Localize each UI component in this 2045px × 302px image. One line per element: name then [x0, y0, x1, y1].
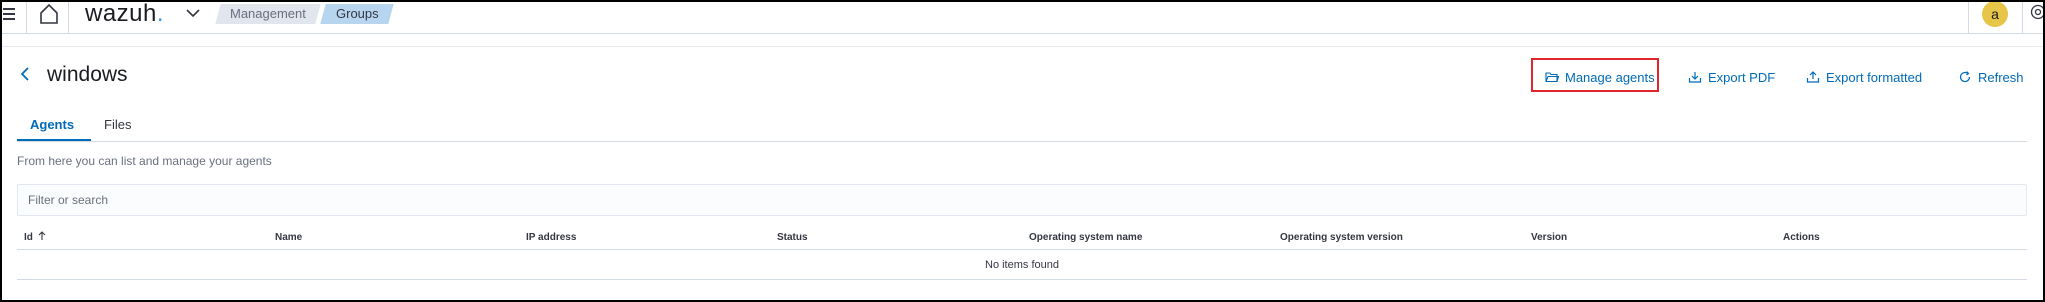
divider	[1968, 0, 1969, 34]
top-header: wazuh. Management Groups a	[0, 0, 2045, 34]
header-strip	[0, 35, 2045, 47]
page-description: From here you can list and manage your a…	[17, 154, 272, 168]
back-arrow-icon[interactable]	[18, 65, 32, 83]
home-icon[interactable]	[38, 2, 60, 26]
menu-icon[interactable]	[3, 4, 19, 24]
divider	[68, 0, 69, 34]
breadcrumb-management[interactable]: Management	[215, 4, 321, 24]
tab-active-indicator	[17, 139, 91, 141]
column-header-status[interactable]: Status	[777, 231, 808, 245]
export-formatted-button[interactable]: Export formatted	[1806, 68, 1922, 86]
refresh-icon	[1959, 71, 1971, 83]
refresh-button[interactable]: Refresh	[1958, 68, 2024, 86]
column-header-os-version[interactable]: Operating system version	[1280, 231, 1403, 245]
column-header-id[interactable]: Id	[24, 231, 47, 245]
tab-agents[interactable]: Agents	[30, 116, 74, 134]
refresh-label: Refresh	[1978, 69, 2024, 85]
sort-ascending-icon	[38, 231, 46, 240]
export-pdf-button[interactable]: Export PDF	[1688, 68, 1775, 86]
export-formatted-label: Export formatted	[1826, 69, 1923, 85]
table-header: Id Name IP address Status Operating syst…	[17, 226, 2027, 250]
column-header-actions: Actions	[1783, 232, 1820, 243]
help-icon[interactable]	[2030, 4, 2045, 20]
manage-agents-button[interactable]: Manage agents	[1545, 68, 1655, 86]
upload-icon	[1806, 71, 1820, 83]
divider	[26, 0, 27, 34]
user-avatar[interactable]: a	[1982, 1, 2008, 27]
empty-table-message: No items found	[17, 251, 2027, 280]
search-input[interactable]	[17, 184, 2027, 216]
breadcrumb-groups: Groups	[320, 4, 394, 24]
download-icon	[1688, 72, 1702, 83]
tab-files[interactable]: Files	[104, 116, 131, 134]
export-pdf-label: Export PDF	[1708, 69, 1776, 85]
column-header-ip-address[interactable]: IP address	[526, 231, 576, 245]
wazuh-logo[interactable]: wazuh.	[85, 0, 164, 28]
column-header-version[interactable]: Version	[1531, 231, 1567, 245]
tabs: Agents Files	[17, 110, 2027, 142]
column-header-os-name[interactable]: Operating system name	[1029, 231, 1142, 245]
manage-agents-label: Manage agents	[1565, 69, 1655, 85]
chevron-down-icon[interactable]	[184, 6, 202, 20]
column-header-name[interactable]: Name	[275, 231, 302, 245]
divider	[2022, 0, 2023, 34]
page-title: windows	[47, 63, 128, 86]
folder-open-icon	[1545, 72, 1559, 83]
